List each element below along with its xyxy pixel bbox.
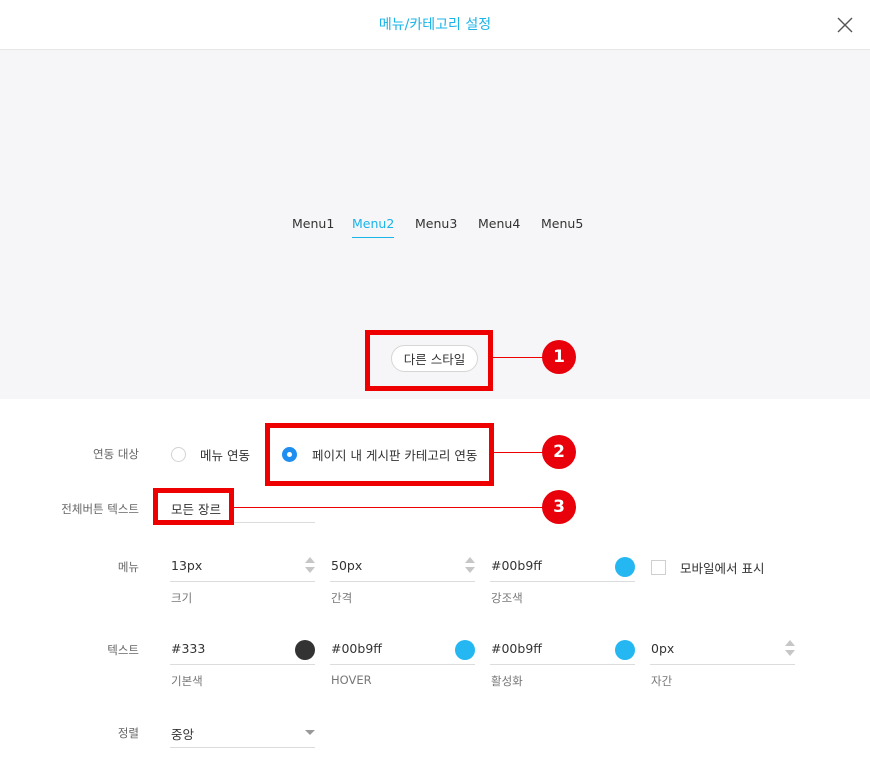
text-active-color-swatch[interactable] <box>615 640 635 660</box>
callout-line-3 <box>234 507 545 508</box>
letter-spacing-caption: 자간 <box>651 674 673 688</box>
menu-size-stepper[interactable] <box>305 556 315 574</box>
menu-accent-color-caption: 강조색 <box>491 591 523 605</box>
menu-item-1[interactable]: Menu1 <box>292 216 334 231</box>
callout-badge-2: 2 <box>542 435 576 469</box>
menu-size-input[interactable]: 13px <box>170 552 315 582</box>
menu-size-caption: 크기 <box>171 591 193 605</box>
menu-spacing-stepper[interactable] <box>465 556 475 574</box>
text-base-color-swatch[interactable] <box>295 640 315 660</box>
preview-menu: Menu1 Menu2 Menu3 Menu4 Menu5 <box>0 216 870 240</box>
callout-badge-1: 1 <box>542 340 576 374</box>
highlight-box-1 <box>365 330 493 391</box>
letter-spacing-stepper[interactable] <box>785 639 795 657</box>
text-hover-color-caption: HOVER <box>331 673 372 687</box>
menu-item-3[interactable]: Menu3 <box>415 216 457 231</box>
radio-menu-link[interactable] <box>171 447 186 462</box>
menu-spacing-input[interactable]: 50px <box>330 552 475 582</box>
menu-settings-label: 메뉴 <box>117 560 139 574</box>
modal-header: 메뉴/카테고리 설정 <box>0 0 870 50</box>
text-base-color-caption: 기본색 <box>171 674 203 688</box>
menu-accent-color-input[interactable]: #00b9ff <box>490 552 635 582</box>
align-select[interactable]: 중앙 <box>170 718 315 748</box>
callout-line-1 <box>493 357 545 358</box>
radio-menu-link-label: 메뉴 연동 <box>200 448 250 463</box>
chevron-down-icon[interactable] <box>305 730 315 735</box>
letter-spacing-input[interactable]: 0px <box>650 635 795 665</box>
text-base-color-input[interactable]: #333 <box>170 635 315 665</box>
highlight-box-3 <box>153 488 234 525</box>
mobile-display-label: 모바일에서 표시 <box>680 561 765 576</box>
menu-item-2[interactable]: Menu2 <box>352 216 395 238</box>
highlight-box-2 <box>265 423 494 486</box>
all-button-text-label: 전체버튼 텍스트 <box>61 502 139 516</box>
callout-line-2 <box>494 452 545 453</box>
align-label: 정렬 <box>117 726 139 740</box>
callout-badge-3: 3 <box>542 490 576 524</box>
modal-title: 메뉴/카테고리 설정 <box>378 17 492 33</box>
mobile-display-checkbox[interactable] <box>651 560 666 575</box>
link-target-label: 연동 대상 <box>93 447 139 461</box>
text-active-color-input[interactable]: #00b9ff <box>490 635 635 665</box>
close-icon[interactable] <box>835 15 855 35</box>
text-active-color-caption: 활성화 <box>491 674 523 688</box>
menu-item-5[interactable]: Menu5 <box>541 216 583 231</box>
text-settings-label: 텍스트 <box>107 643 139 657</box>
menu-accent-color-swatch[interactable] <box>615 557 635 577</box>
menu-spacing-caption: 간격 <box>331 591 353 605</box>
text-hover-color-swatch[interactable] <box>455 640 475 660</box>
menu-item-4[interactable]: Menu4 <box>478 216 520 231</box>
text-hover-color-input[interactable]: #00b9ff <box>330 635 475 665</box>
